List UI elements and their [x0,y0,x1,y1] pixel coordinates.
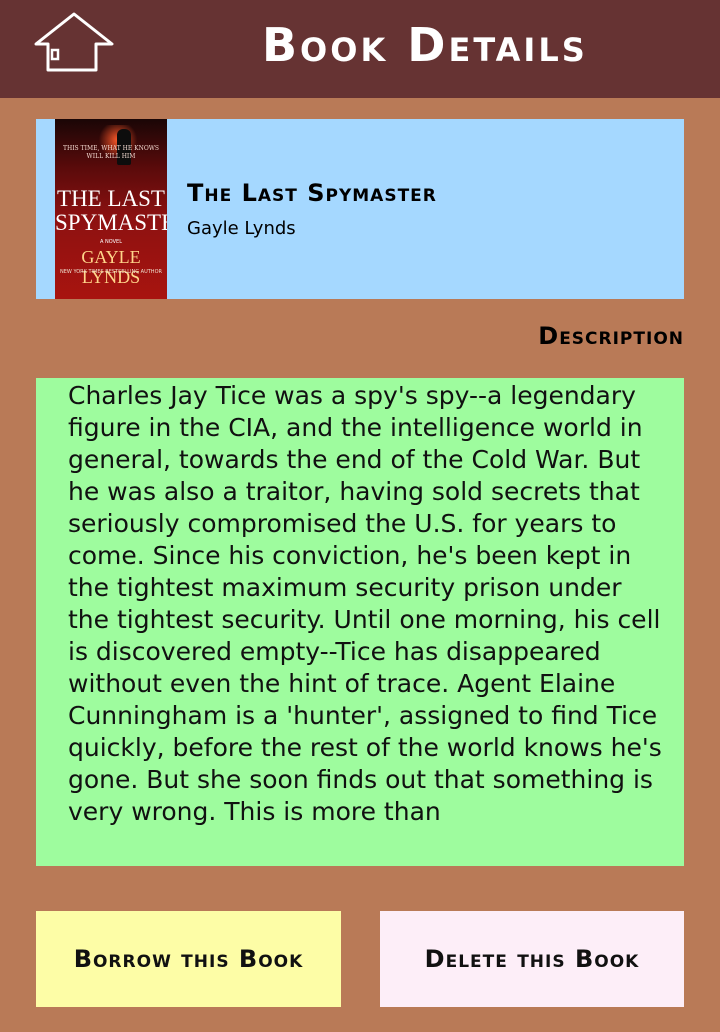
description-box[interactable]: Charles Jay Tice was a spy's spy--a lege… [36,378,684,866]
cover-title: THE LAST SPYMASTER [55,187,167,235]
book-author: Gayle Lynds [187,218,296,239]
app-header: Book Details [0,0,720,98]
home-icon [34,12,114,72]
cover-title-line2: SPYMASTER [55,210,167,235]
description-text: Charles Jay Tice was a spy's spy--a lege… [68,381,662,826]
cover-footer: NEW YORK TIMES BESTSELLING AUTHOR [60,269,162,275]
book-cover-image: THIS TIME, WHAT HE KNOWS WILL KILL HIM T… [55,119,167,299]
cover-tagline: THIS TIME, WHAT HE KNOWS WILL KILL HIM [62,145,160,160]
description-label: Description [538,322,684,350]
home-button[interactable] [28,10,120,76]
cover-novel-label: A NOVEL [100,239,122,245]
delete-book-button[interactable]: Delete this Book [380,911,684,1007]
cover-title-line1: THE LAST [57,186,165,211]
cover-author: GAYLE LYNDS [81,247,141,287]
book-title: The Last Spymaster [187,179,437,207]
borrow-book-button[interactable]: Borrow this Book [36,911,341,1007]
book-card: THIS TIME, WHAT HE KNOWS WILL KILL HIM T… [36,119,684,299]
page-title: Book Details [262,18,588,72]
